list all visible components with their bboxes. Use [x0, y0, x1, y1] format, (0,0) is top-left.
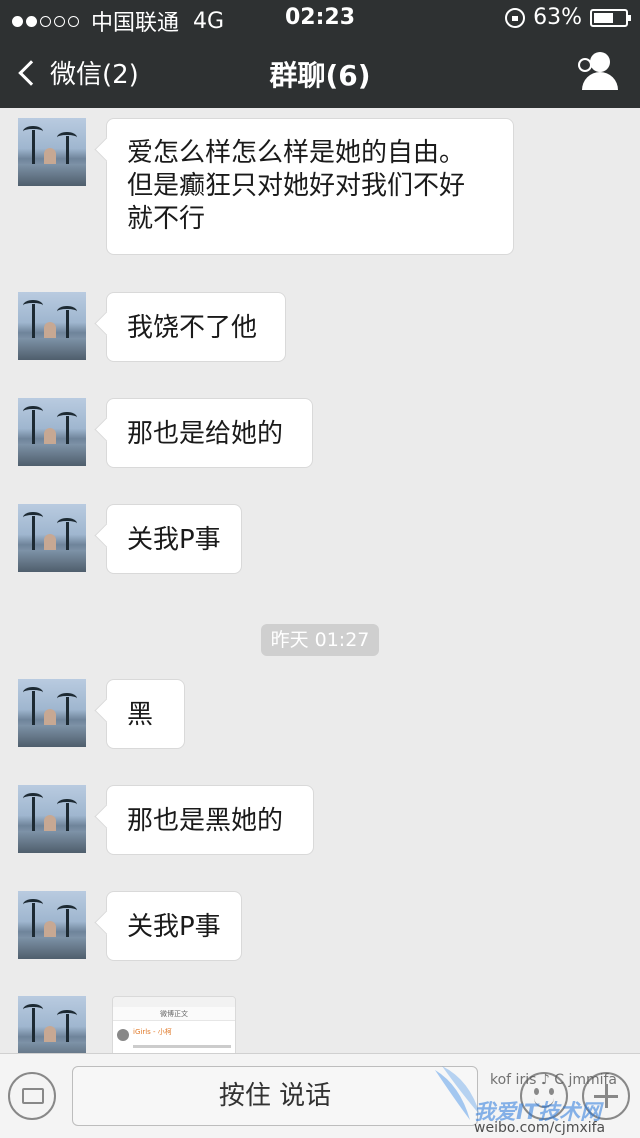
avatar[interactable] [18, 891, 86, 959]
keyboard-toggle-button[interactable] [8, 1072, 56, 1120]
message-text: 爱怎么样怎么样是她的自由。 但是癫狂只对她好对我们不好 就不行 [127, 138, 466, 234]
top-bar: 中国联通 4G 02:23 63% 微信(2) 群聊(6) [0, 0, 640, 108]
message-bubble[interactable]: 关我P事 [106, 504, 242, 574]
chat-title: 群聊(6) [269, 59, 371, 92]
image-message-thumbnail[interactable]: 微博正文 iGirls - 小柯 [112, 996, 236, 1053]
message-text: 那也是黑她的 [127, 806, 284, 836]
chat-area[interactable]: 爱怎么样怎么样是她的自由。 但是癫狂只对她好对我们不好 就不行 我饶不了他 那也… [0, 108, 640, 1053]
message-text: 关我P事 [127, 525, 221, 555]
message-text: 那也是给她的 [127, 419, 284, 449]
more-button[interactable] [582, 1072, 630, 1120]
avatar[interactable] [18, 996, 86, 1053]
hold-to-talk-button[interactable]: 按住 说话 [72, 1066, 478, 1126]
avatar[interactable] [18, 679, 86, 747]
message-bubble[interactable]: 那也是黑她的 [106, 785, 314, 855]
message-text: 我饶不了他 [127, 313, 258, 343]
message-text: 关我P事 [127, 912, 221, 942]
avatar[interactable] [18, 398, 86, 466]
battery-percent: 63% [533, 5, 582, 30]
image-user: iGirls - 小柯 [133, 1028, 172, 1036]
emoji-button[interactable] [520, 1072, 568, 1120]
message-bubble[interactable]: 爱怎么样怎么样是她的自由。 但是癫狂只对她好对我们不好 就不行 [106, 118, 514, 255]
message-text: 黑 [127, 700, 154, 730]
message-bubble[interactable]: 关我P事 [106, 891, 242, 961]
nav-bar: 微信(2) 群聊(6) [0, 40, 640, 106]
battery-icon [590, 8, 631, 27]
avatar[interactable] [18, 118, 86, 186]
person-icon [590, 52, 610, 72]
keyboard-icon [22, 1088, 44, 1104]
message-bubble[interactable]: 那也是给她的 [106, 398, 313, 468]
message-bubble[interactable]: 黑 [106, 679, 185, 749]
status-bar: 中国联通 4G 02:23 63% [0, 0, 640, 36]
avatar[interactable] [18, 292, 86, 360]
group-members-button[interactable] [576, 52, 620, 92]
avatar[interactable] [18, 785, 86, 853]
image-header: 微博正文 [113, 1007, 235, 1021]
timestamp-badge: 昨天 01:27 [261, 624, 379, 656]
input-toolbar: 按住 说话 [0, 1053, 640, 1138]
message-bubble[interactable]: 我饶不了他 [106, 292, 286, 362]
rotation-lock-icon [505, 7, 526, 28]
avatar[interactable] [18, 504, 86, 572]
